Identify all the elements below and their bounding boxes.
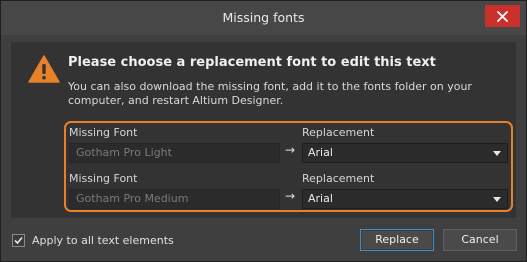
- checkmark-icon: [14, 236, 23, 245]
- replacement-select[interactable]: Arial: [302, 189, 508, 209]
- missing-fonts-dialog: Missing fonts Please choose a replacemen…: [0, 0, 527, 262]
- arrow-icon: →: [285, 143, 296, 157]
- replace-button[interactable]: Replace: [360, 229, 434, 251]
- replacement-select-value: Arial: [308, 192, 333, 205]
- warning-icon: [28, 55, 60, 83]
- close-button[interactable]: [485, 5, 520, 27]
- replacement-label: Replacement: [302, 126, 375, 139]
- content-panel: Please choose a replacement font to edit…: [11, 42, 516, 218]
- message-heading: Please choose a replacement font to edit…: [68, 55, 436, 70]
- replacement-select[interactable]: Arial: [302, 143, 508, 163]
- replacement-select-value: Arial: [308, 146, 333, 159]
- apply-all-checkbox[interactable]: [12, 234, 25, 247]
- message-description: You can also download the missing font, …: [68, 80, 472, 107]
- missing-font-label: Missing Font: [69, 126, 138, 139]
- replacement-label: Replacement: [302, 172, 375, 185]
- missing-font-label: Missing Font: [69, 172, 138, 185]
- missing-font-field: Gotham Pro Light: [69, 143, 280, 163]
- title-bar[interactable]: Missing fonts: [1, 1, 526, 35]
- missing-font-field: Gotham Pro Medium: [69, 189, 280, 209]
- apply-all-label[interactable]: Apply to all text elements: [32, 234, 174, 247]
- chevron-down-icon: [493, 197, 501, 202]
- arrow-icon: →: [285, 189, 296, 203]
- close-icon: [497, 11, 508, 22]
- cancel-button[interactable]: Cancel: [443, 229, 517, 251]
- dialog-title: Missing fonts: [222, 10, 305, 25]
- chevron-down-icon: [493, 151, 501, 156]
- font-replacement-group: Missing Font Gotham Pro Light → Replacem…: [64, 121, 513, 212]
